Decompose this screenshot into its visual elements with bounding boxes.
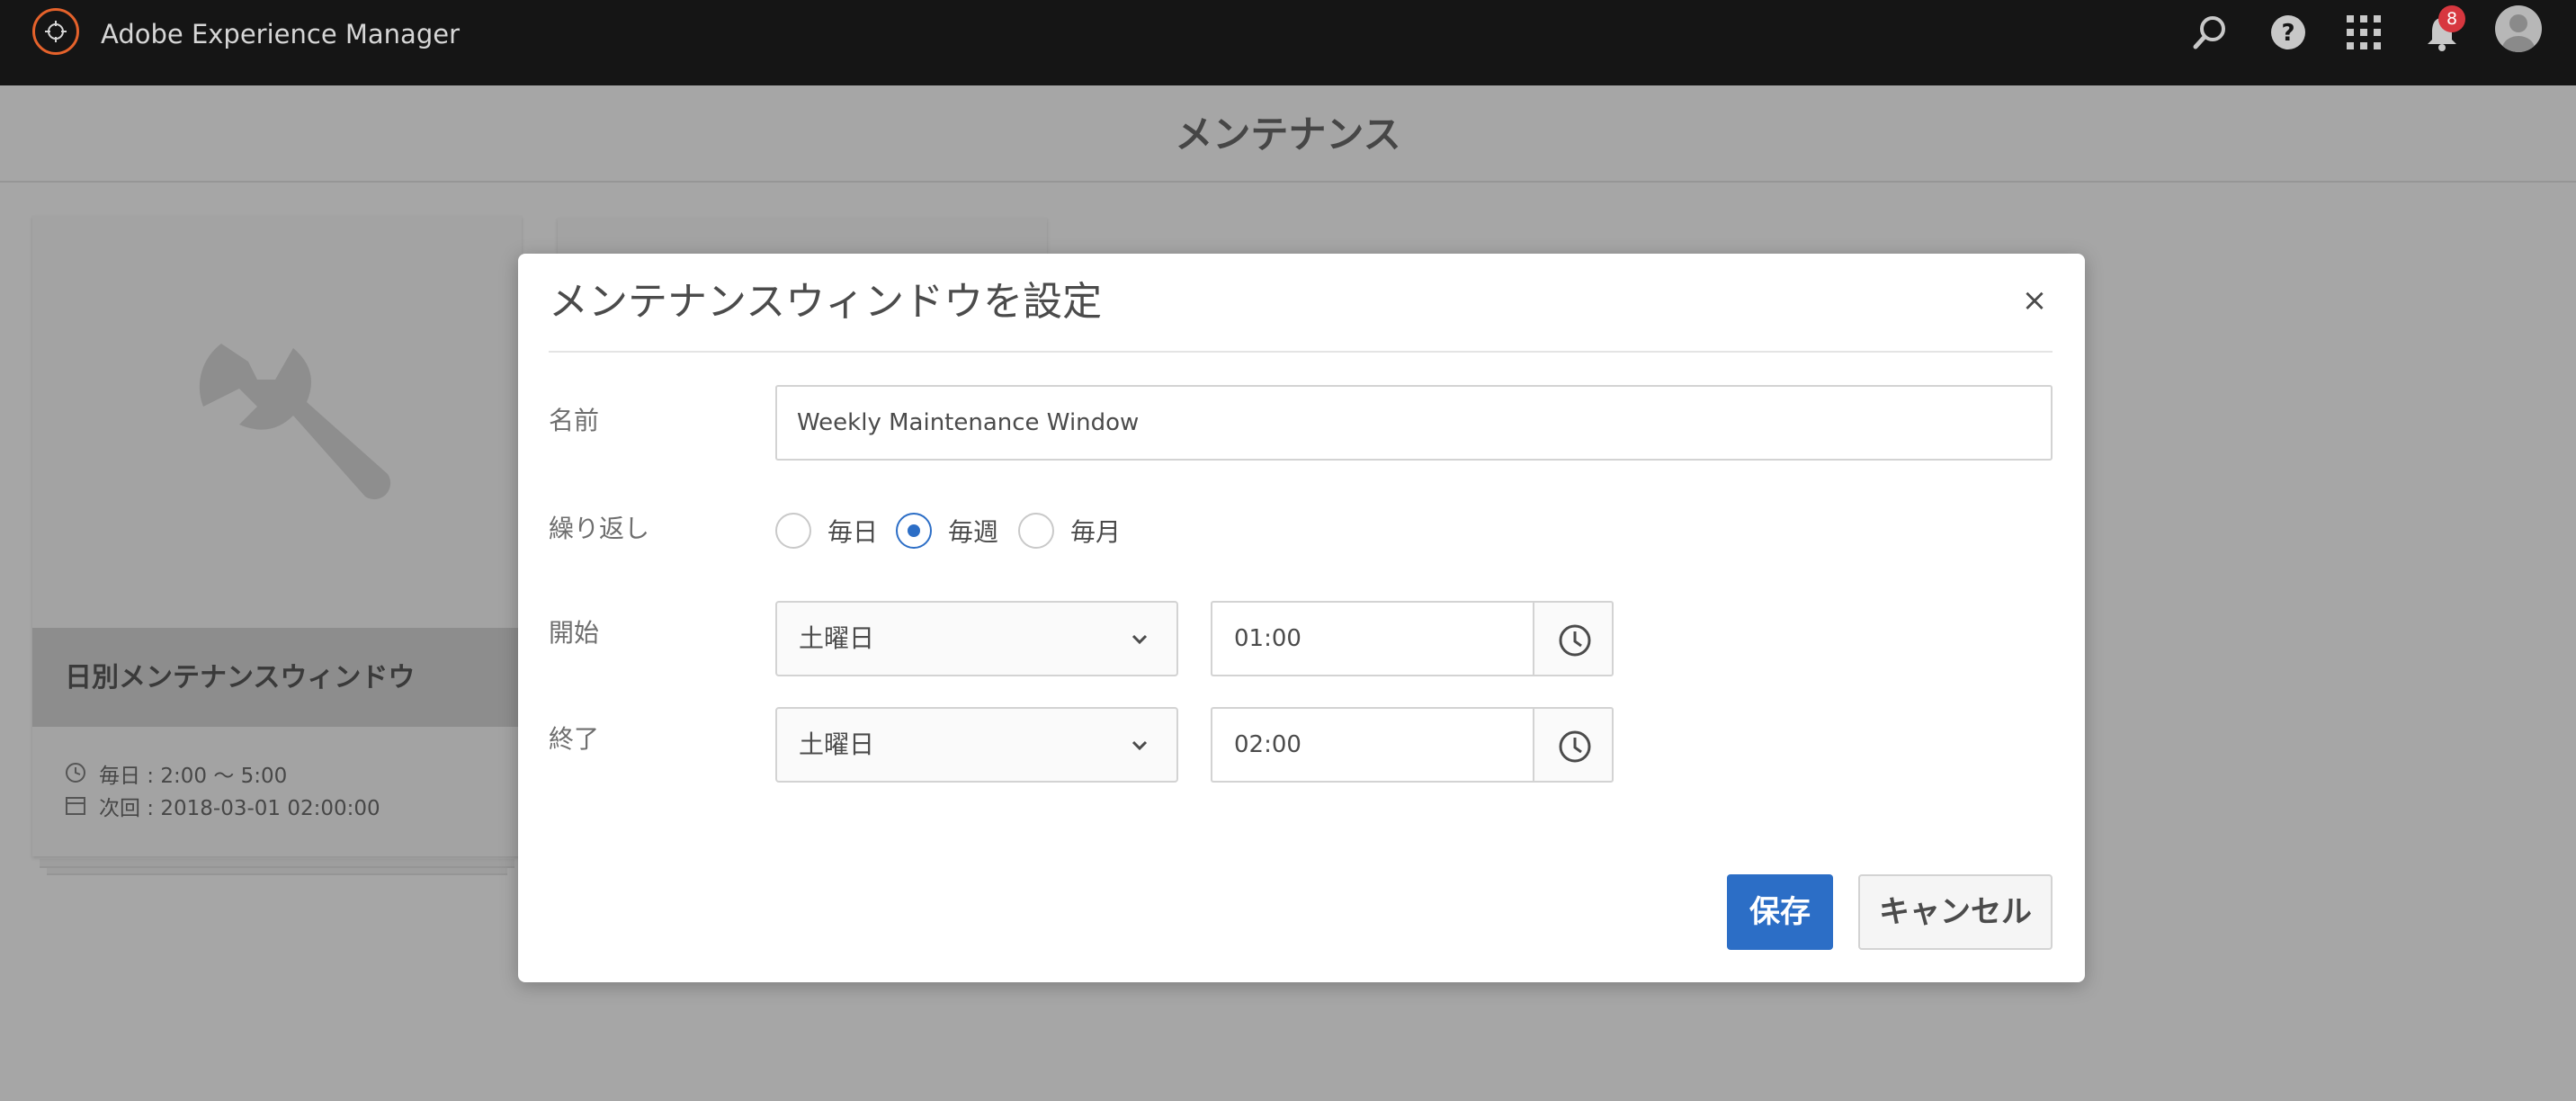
name-field[interactable] — [775, 385, 2053, 461]
app-title[interactable]: Adobe Experience Manager — [101, 16, 460, 52]
apps-grid-icon[interactable] — [2344, 13, 2384, 52]
card-title: 日別メンテナンスウィンドウ — [65, 662, 416, 694]
end-label: 終了 — [549, 724, 600, 754]
top-bar: Adobe Experience Manager ? 8 — [0, 0, 2576, 85]
start-day-value: 土曜日 — [799, 623, 875, 653]
svg-text:?: ? — [2281, 20, 2294, 47]
start-time-picker-button[interactable] — [1533, 601, 1614, 676]
start-time-value: 01:00 — [1234, 625, 1301, 652]
page-header: メンテナンス — [0, 85, 2576, 183]
card-stack-layer — [47, 868, 507, 875]
maintenance-window-dialog: メンテナンスウィンドウを設定 × 名前 繰り返し 毎日 毎週 毎月 開始 土曜日… — [518, 254, 2085, 982]
calendar-small-icon — [66, 797, 85, 815]
radio-circle[interactable] — [775, 513, 811, 549]
name-label: 名前 — [549, 406, 600, 435]
radio-daily[interactable]: 毎日 — [775, 511, 878, 550]
recurrence-label: 繰り返し — [549, 514, 650, 543]
end-time-value: 02:00 — [1234, 731, 1301, 758]
aem-logo-icon[interactable] — [32, 8, 79, 55]
card-schedule-row: 毎日 : 2:00 〜 5:00 — [65, 759, 287, 788]
radio-weekly-label: 毎週 — [948, 517, 999, 547]
cancel-button[interactable]: キャンセル — [1858, 874, 2053, 950]
dialog-title: メンテナンスウィンドウを設定 — [549, 279, 1103, 325]
card-stack-layer — [40, 859, 514, 868]
close-icon[interactable]: × — [2017, 282, 2053, 318]
radio-monthly-label: 毎月 — [1070, 517, 1122, 547]
clock-small-icon — [66, 763, 85, 783]
end-day-select[interactable]: 土曜日 — [775, 707, 1178, 783]
card-thumbnail — [32, 216, 522, 628]
end-time-picker-button[interactable] — [1533, 707, 1614, 783]
radio-monthly[interactable]: 毎月 — [1018, 511, 1121, 550]
page-title: メンテナンス — [1175, 112, 1401, 157]
radio-daily-label: 毎日 — [827, 517, 879, 547]
chevron-down-icon — [1131, 740, 1148, 751]
create-card[interactable] — [558, 218, 1047, 254]
start-label: 開始 — [549, 618, 600, 648]
card-next-run-text: 次回 : 2018-03-01 02:00:00 — [99, 797, 380, 820]
radio-circle-selected[interactable] — [896, 513, 932, 549]
start-time-input[interactable]: 01:00 — [1211, 601, 1534, 676]
card-schedule-text: 毎日 : 2:00 〜 5:00 — [99, 765, 288, 788]
user-avatar-icon[interactable] — [2495, 5, 2542, 52]
search-icon[interactable] — [2190, 13, 2230, 52]
radio-circle[interactable] — [1018, 513, 1054, 549]
start-day-select[interactable]: 土曜日 — [775, 601, 1178, 676]
chevron-down-icon — [1131, 634, 1148, 645]
radio-weekly[interactable]: 毎週 — [896, 511, 998, 550]
wrench-icon — [199, 344, 391, 500]
card-title-bar: 日別メンテナンスウィンドウ — [32, 628, 522, 727]
maintenance-window-card[interactable]: 日別メンテナンスウィンドウ 毎日 : 2:00 〜 5:00 次回 : 2018… — [32, 216, 522, 856]
clock-icon — [1559, 730, 1591, 763]
end-time-input[interactable]: 02:00 — [1211, 707, 1534, 783]
end-day-value: 土曜日 — [799, 730, 875, 759]
dialog-divider — [549, 351, 2053, 353]
clock-icon — [1559, 624, 1591, 657]
card-next-run-row: 次回 : 2018-03-01 02:00:00 — [65, 792, 380, 820]
help-icon[interactable]: ? — [2268, 13, 2308, 52]
notification-badge: 8 — [2438, 5, 2465, 32]
save-button[interactable]: 保存 — [1727, 874, 1833, 950]
